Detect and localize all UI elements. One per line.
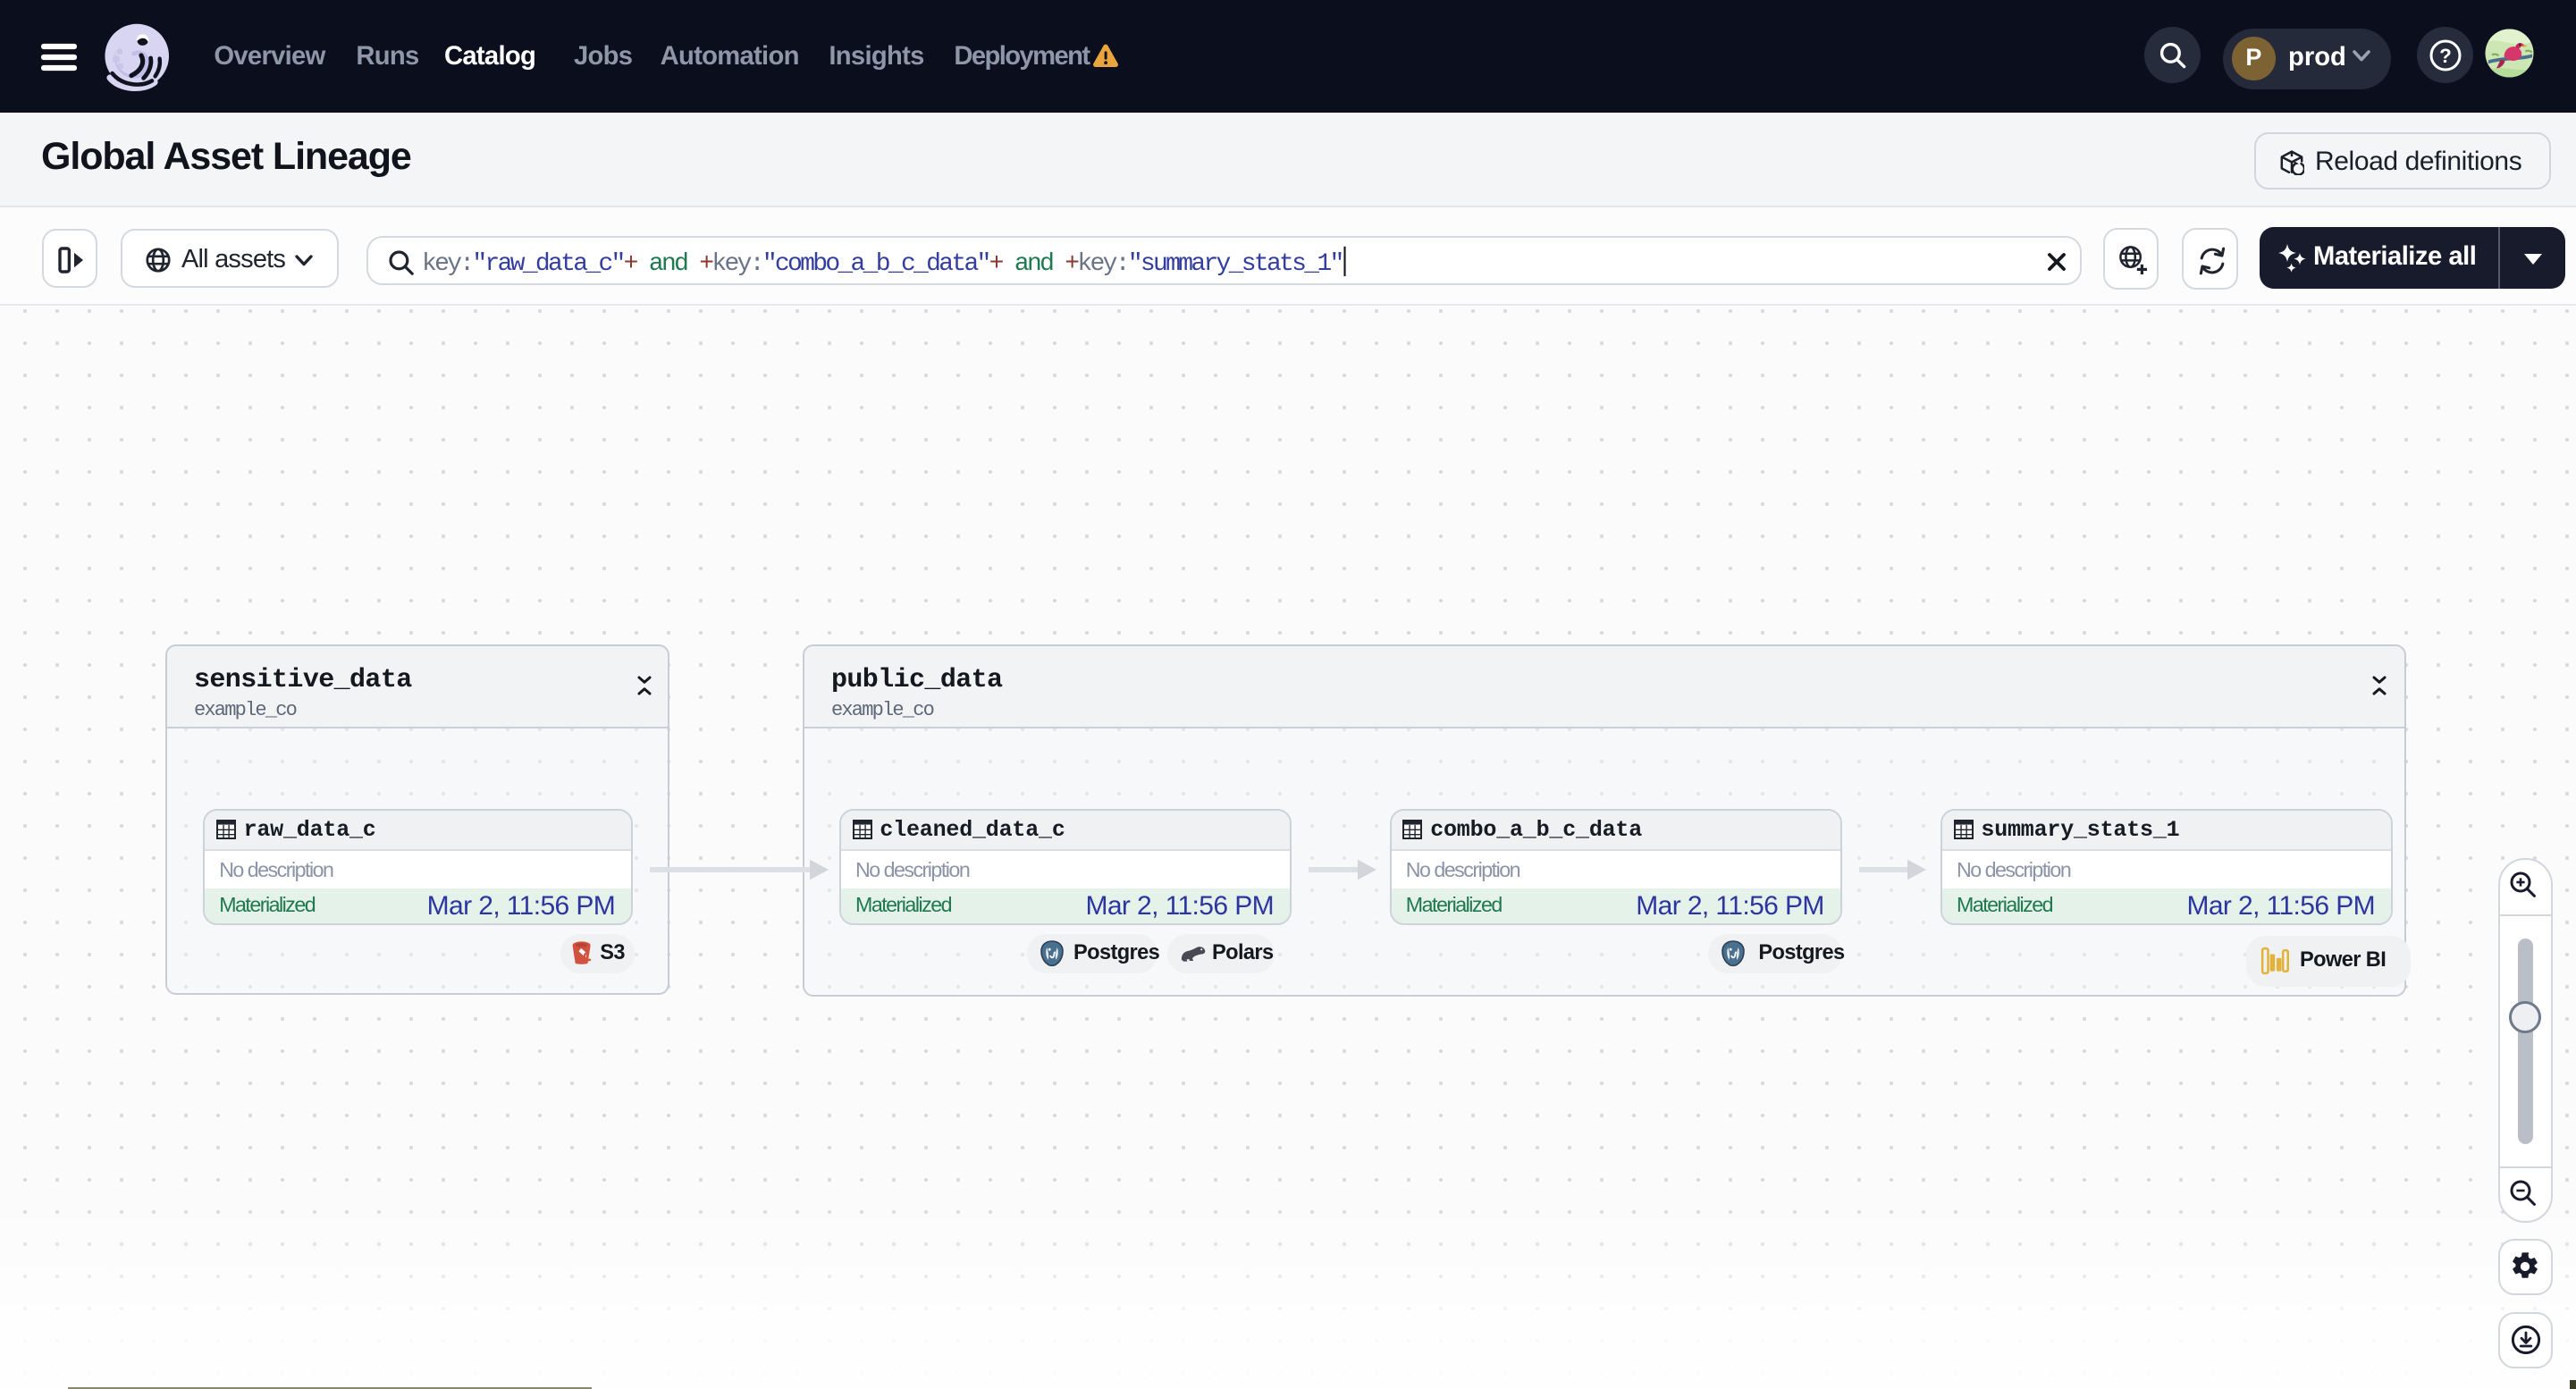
svg-text:?: ? (2439, 45, 2452, 67)
